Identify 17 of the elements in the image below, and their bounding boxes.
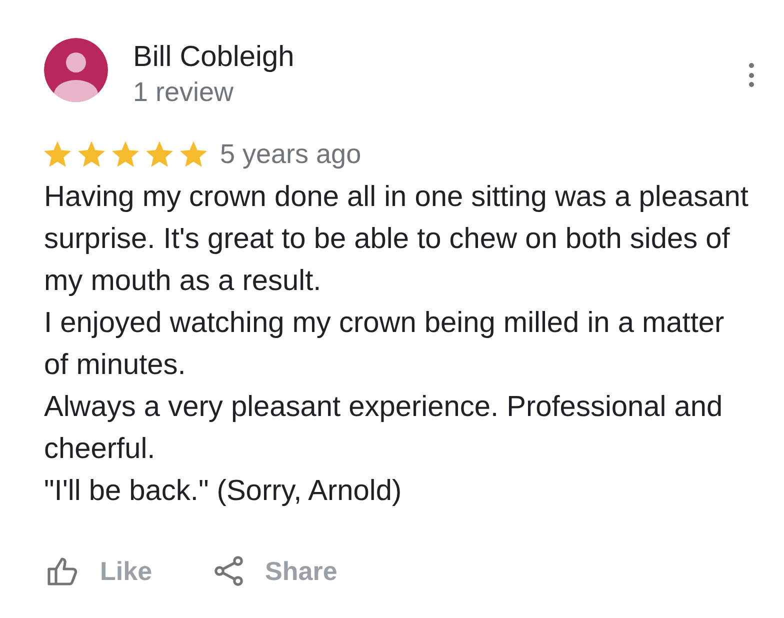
- thumbs-up-icon: [47, 556, 79, 586]
- review-time: 5 years ago: [220, 138, 362, 170]
- share-button[interactable]: Share: [214, 554, 338, 588]
- review-text: "I'll be back." (Sorry, Arnold): [44, 474, 403, 509]
- like-button[interactable]: Like: [47, 554, 152, 588]
- star-icon: [78, 141, 105, 167]
- star-icon: [180, 141, 207, 167]
- review-text: Having my crown done all in one sitting was a pleasant surprise. It's great to be able to chew on both sides of my mouth as a result.: [44, 180, 750, 299]
- review-count[interactable]: 1 review: [133, 76, 294, 108]
- share-icon: [214, 556, 244, 586]
- avatar-icon: [44, 38, 108, 102]
- review-text: Always a very pleasant experience. Professional and cheerful.: [44, 390, 724, 467]
- star-icon: [112, 141, 139, 167]
- star-icon: [146, 141, 173, 167]
- star-icon: [44, 141, 71, 167]
- review-text: I enjoyed watching my crown being milled in a matter of minutes.: [44, 306, 726, 383]
- reviewer-name[interactable]: Bill Cobleigh: [133, 39, 294, 75]
